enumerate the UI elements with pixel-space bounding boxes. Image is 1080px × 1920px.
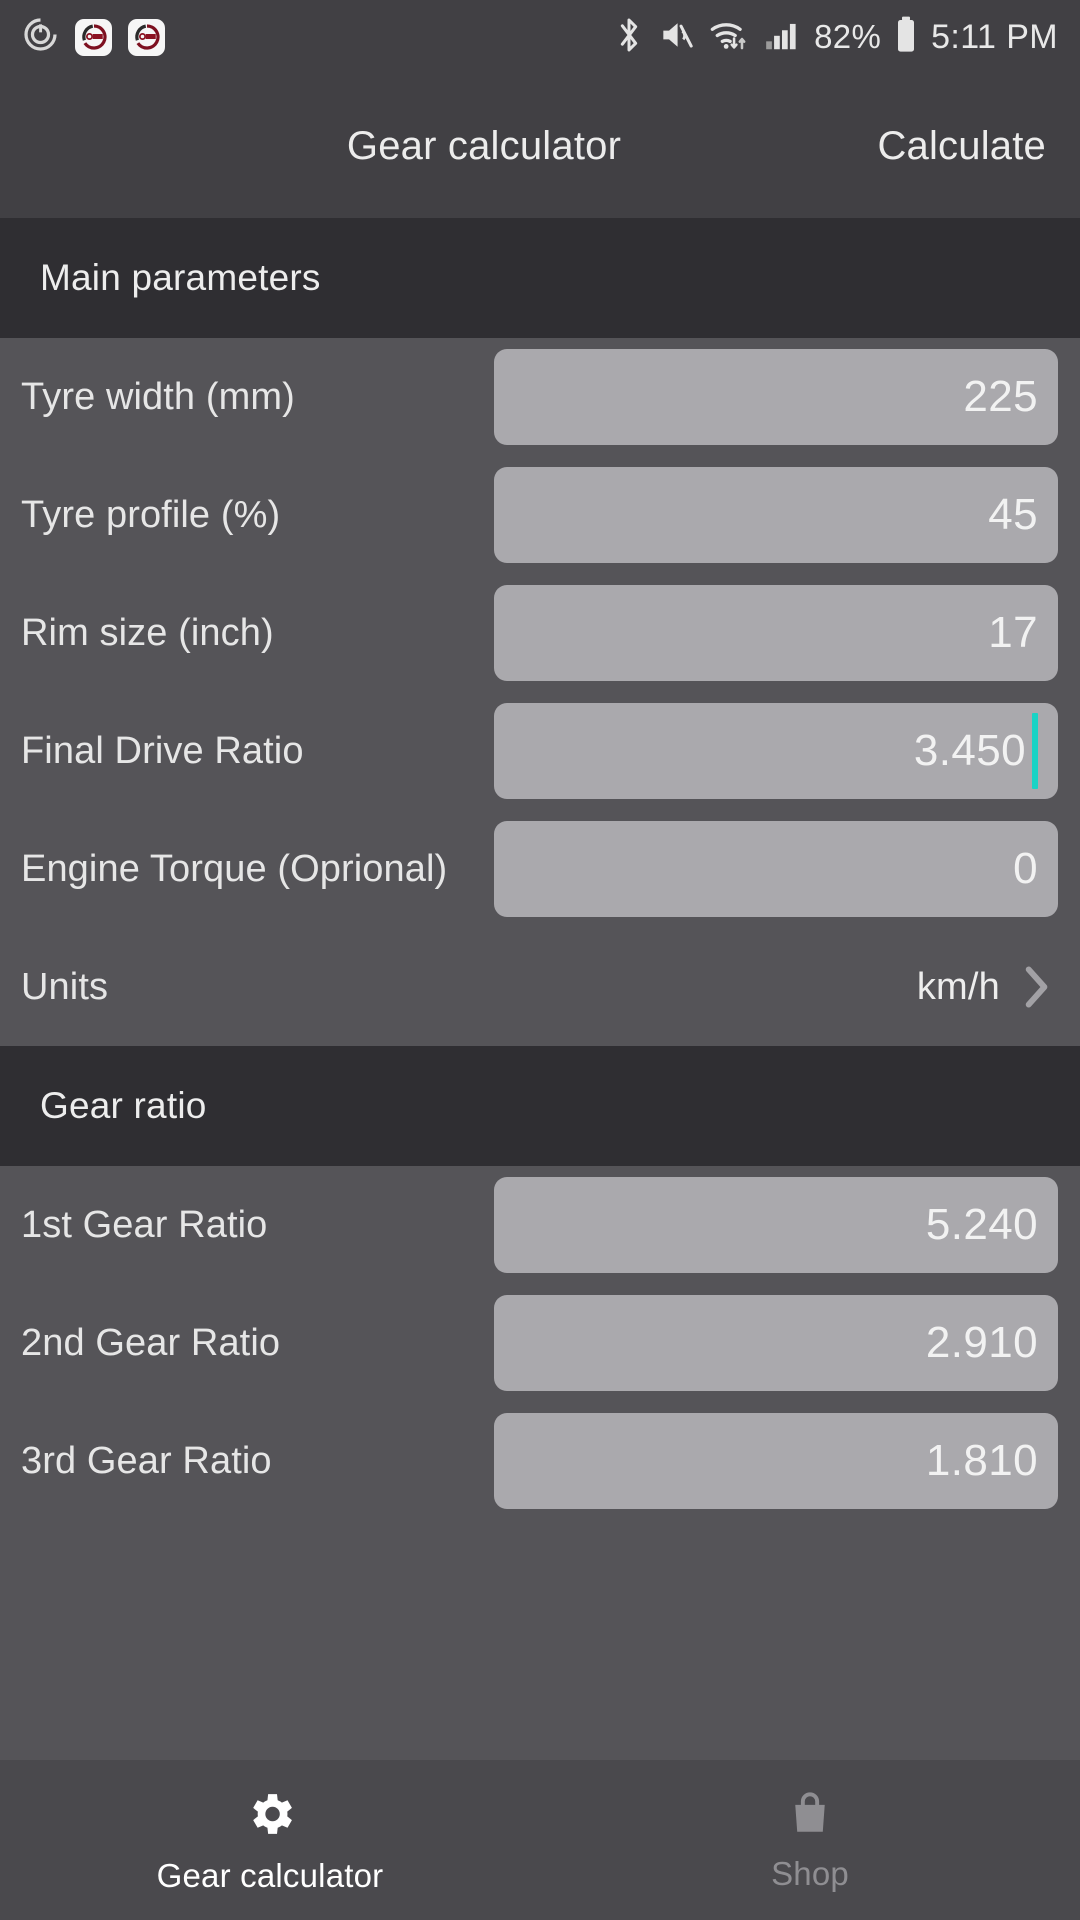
battery-icon <box>894 15 918 60</box>
row-engine-torque[interactable]: Engine Torque (Oprional) 0 <box>0 810 1080 928</box>
field-value: 0 <box>1013 844 1038 893</box>
page-title: Gear calculator <box>346 123 622 168</box>
tyre-profile-input[interactable]: 45 <box>494 467 1058 563</box>
row-2nd-gear-ratio[interactable]: 2nd Gear Ratio 2.910 <box>0 1284 1080 1402</box>
row-label: Units <box>21 965 109 1008</box>
wifi-icon <box>708 16 750 59</box>
battery-percent-label: 82% <box>814 18 882 55</box>
field-value: 1.810 <box>925 1436 1038 1485</box>
gear-icon <box>242 1786 298 1847</box>
field-value: 5.240 <box>925 1200 1038 1249</box>
row-label: 1st Gear Ratio <box>21 1203 268 1246</box>
power-ring-icon <box>22 16 59 58</box>
gear-1-ratio-input[interactable]: 5.240 <box>494 1177 1058 1273</box>
row-1st-gear-ratio[interactable]: 1st Gear Ratio 5.240 <box>0 1166 1080 1284</box>
gear-3-ratio-input[interactable]: 1.810 <box>494 1413 1058 1509</box>
clock-label: 5:11 PM <box>931 17 1058 56</box>
status-bar-left-icons <box>22 16 165 58</box>
tyre-width-input[interactable]: 225 <box>494 349 1058 445</box>
mute-icon <box>657 16 695 59</box>
settings-list[interactable]: Main parameters Tyre width (mm) 225 Tyre… <box>0 218 1080 1760</box>
row-label: Tyre profile (%) <box>21 493 281 536</box>
row-tyre-profile[interactable]: Tyre profile (%) 45 <box>0 456 1080 574</box>
row-label: Tyre width (mm) <box>21 375 295 418</box>
field-value: 225 <box>963 372 1038 421</box>
signal-icon <box>763 16 801 59</box>
field-value: 3.450 <box>913 726 1026 775</box>
rim-size-input[interactable]: 17 <box>494 585 1058 681</box>
app-bar: Gear calculator Calculate <box>0 74 1080 218</box>
row-tyre-width[interactable]: Tyre width (mm) 225 <box>0 338 1080 456</box>
nav-item-shop[interactable]: Shop <box>540 1760 1080 1920</box>
phone-screen: 82% 5:11 PM Gear calculator Calculate Ma… <box>0 0 1080 1920</box>
app-badge-icon <box>75 18 112 56</box>
section-header-main-parameters: Main parameters <box>0 218 1080 338</box>
final-drive-ratio-input[interactable]: 3.450 <box>494 703 1058 799</box>
row-label: 2nd Gear Ratio <box>21 1321 281 1364</box>
engine-torque-input[interactable]: 0 <box>494 821 1058 917</box>
calculate-button[interactable]: Calculate <box>877 124 1046 169</box>
row-final-drive-ratio[interactable]: Final Drive Ratio 3.450 <box>0 692 1080 810</box>
nav-label: Shop <box>771 1854 849 1892</box>
section-header-gear-ratio: Gear ratio <box>0 1046 1080 1166</box>
status-bar: 82% 5:11 PM <box>0 0 1080 74</box>
field-value: 17 <box>988 608 1038 657</box>
field-value: 2.910 <box>925 1318 1038 1367</box>
row-rim-size[interactable]: Rim size (inch) 17 <box>0 574 1080 692</box>
nav-item-gear-calculator[interactable]: Gear calculator <box>0 1760 540 1920</box>
chevron-right-icon[interactable] <box>1022 963 1052 1011</box>
row-label: Rim size (inch) <box>21 611 274 654</box>
bottom-navigation: Gear calculator Shop <box>0 1760 1080 1920</box>
row-label: Engine Torque (Oprional) <box>21 847 448 890</box>
gear-2-ratio-input[interactable]: 2.910 <box>494 1295 1058 1391</box>
shopping-bag-icon <box>784 1788 836 1845</box>
row-label: 3rd Gear Ratio <box>21 1439 272 1482</box>
row-label: Final Drive Ratio <box>21 729 304 772</box>
nav-label: Gear calculator <box>156 1856 384 1894</box>
text-cursor <box>1032 713 1038 789</box>
app-badge-icon <box>128 18 165 56</box>
field-value: 45 <box>988 490 1038 539</box>
units-value: km/h <box>916 965 1000 1008</box>
row-units[interactable]: Units km/h <box>0 928 1080 1046</box>
row-3rd-gear-ratio[interactable]: 3rd Gear Ratio 1.810 <box>0 1402 1080 1520</box>
bluetooth-icon <box>614 15 644 60</box>
status-bar-right-icons: 82% 5:11 PM <box>614 15 1058 60</box>
